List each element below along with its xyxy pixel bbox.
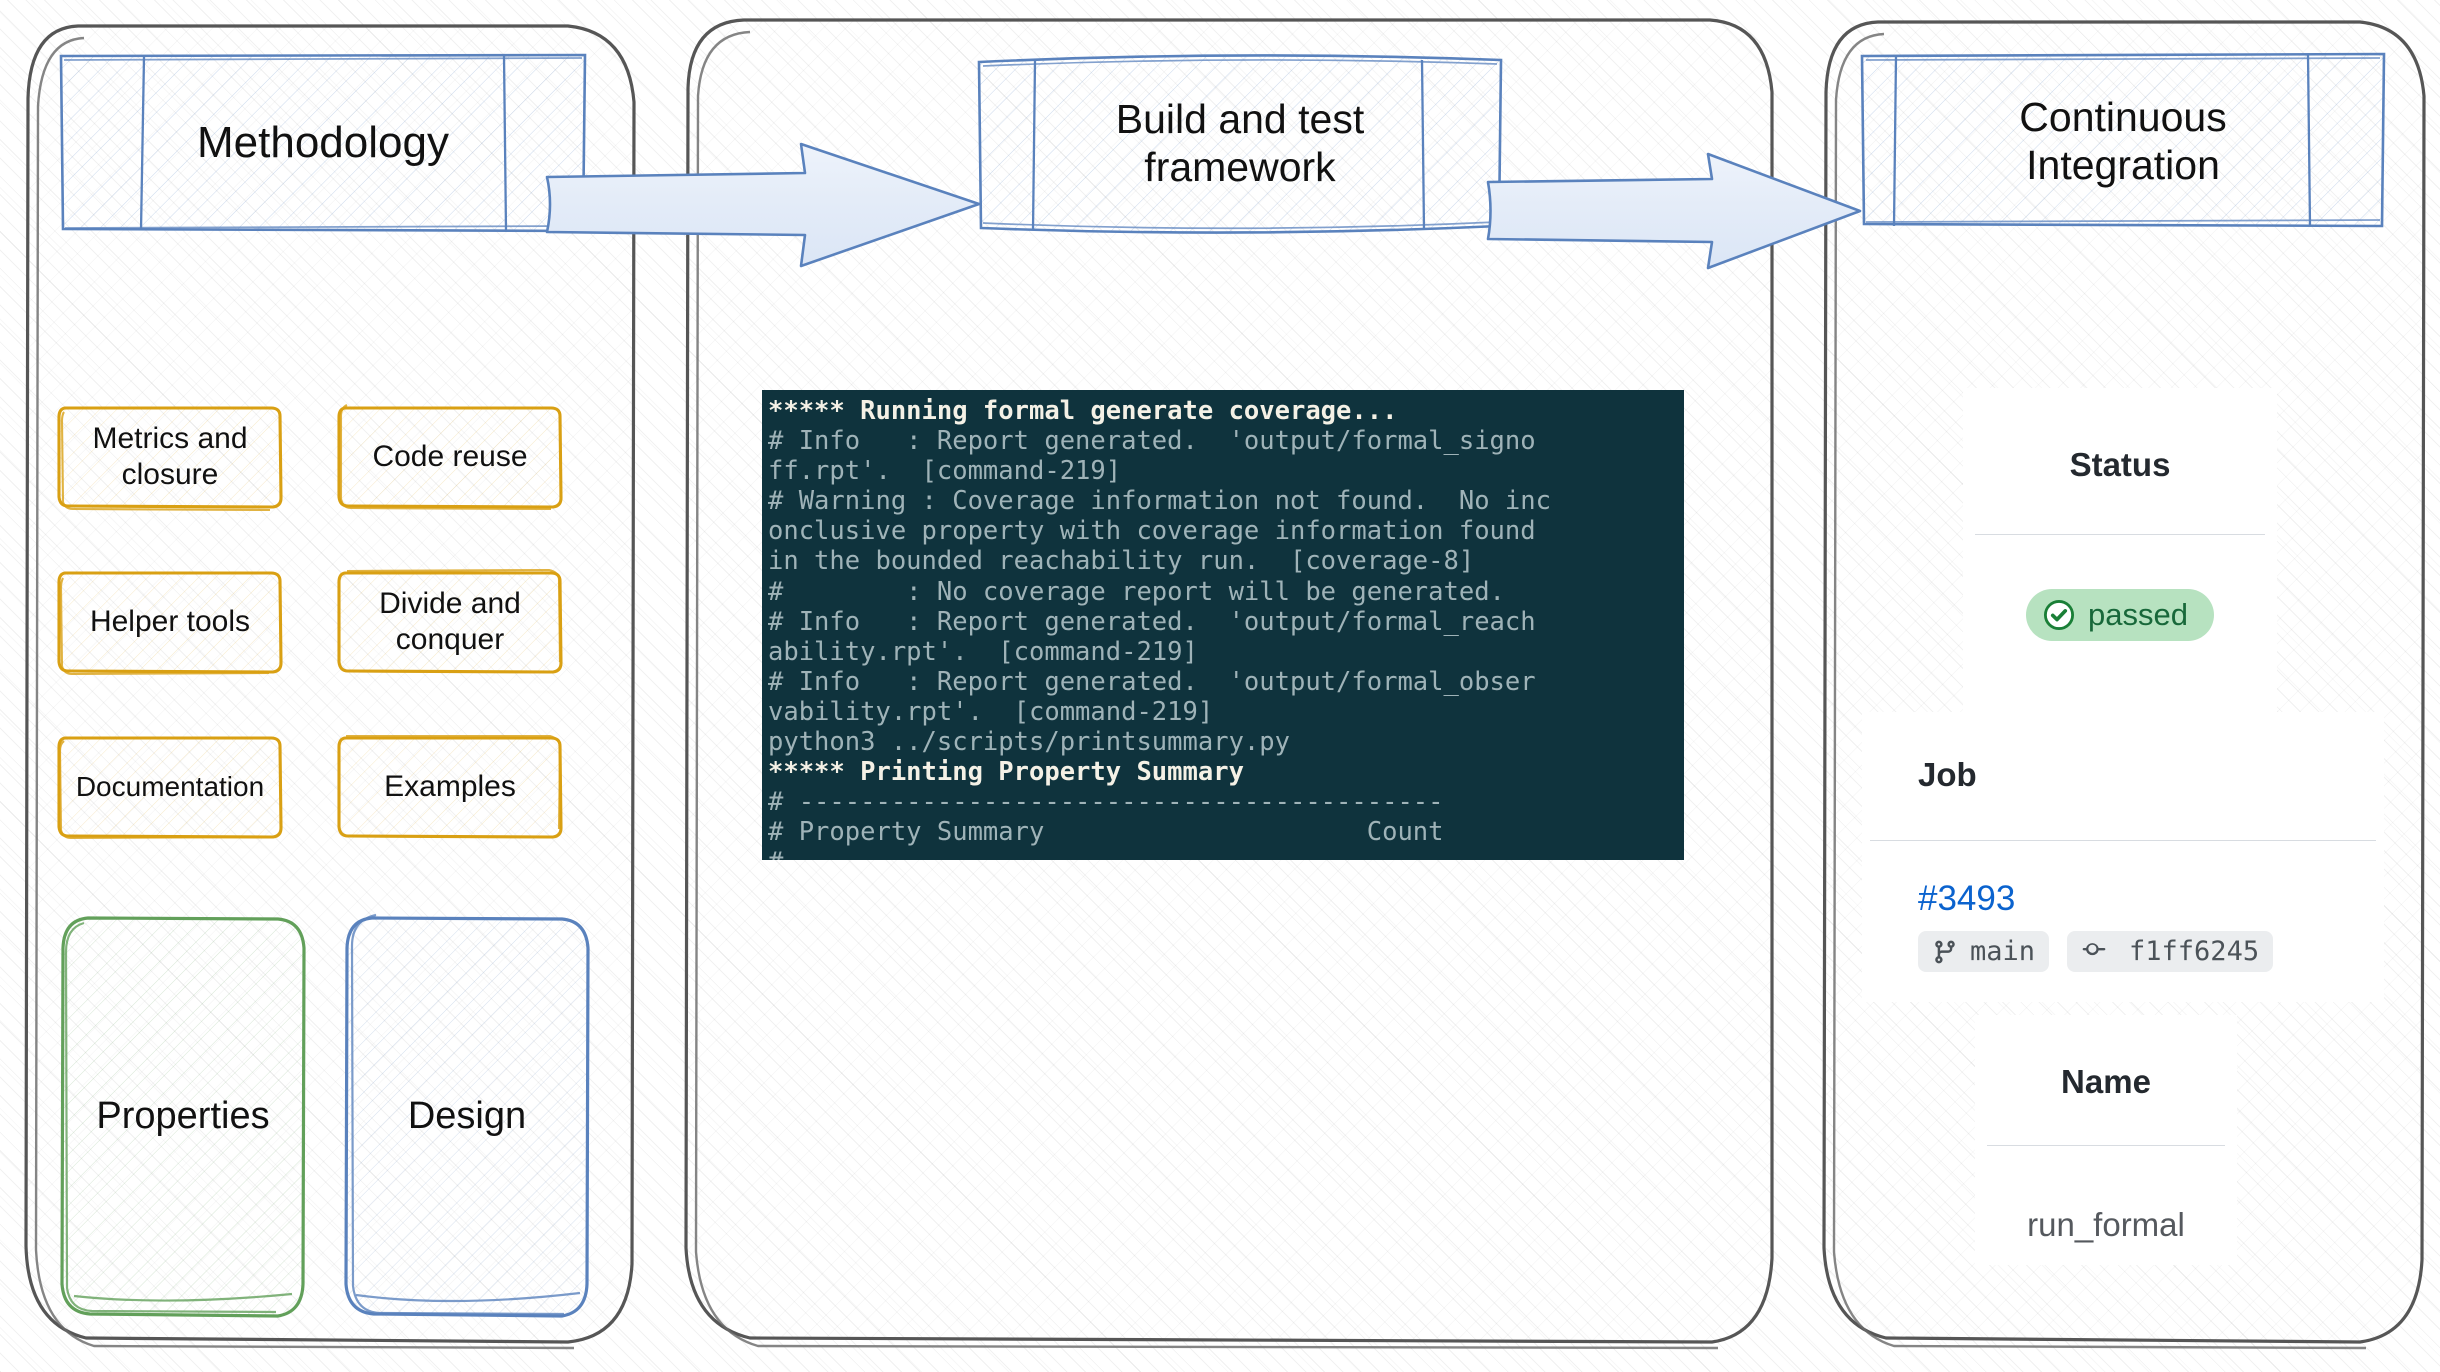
header-label-methodology: Methodology bbox=[197, 118, 449, 168]
header-line-1: Build and test bbox=[1115, 95, 1365, 142]
terminal-line: python3 ../scripts/printsummary.py bbox=[768, 727, 1290, 758]
card-divider bbox=[1987, 1145, 2225, 1146]
terminal-output: ***** Running formal generate coverage..… bbox=[762, 390, 1684, 860]
topic-label: Documentation bbox=[75, 771, 265, 803]
arrow-build-to-ci bbox=[1484, 150, 1864, 272]
header-label-continuous-integration: Continuous Integration bbox=[1858, 48, 2388, 234]
card-status: Status passed bbox=[1963, 388, 2277, 718]
terminal-line: # Warning : Coverage information not fou… bbox=[768, 486, 1551, 517]
terminal-line: in the bounded reachability run. [covera… bbox=[768, 546, 1475, 577]
git-branch-icon bbox=[1932, 939, 1958, 965]
job-number-link[interactable]: #3493 bbox=[1918, 879, 2015, 918]
git-commit-icon bbox=[2081, 939, 2107, 965]
topic-box-examples[interactable]: Examples bbox=[335, 733, 565, 841]
header-box-build-and-test: Build and test framework bbox=[975, 50, 1505, 236]
branch-chip[interactable]: main bbox=[1918, 931, 2050, 972]
branch-name: main bbox=[1970, 936, 2036, 967]
big-box-label: Design bbox=[407, 1095, 527, 1138]
terminal-line: # : No coverage report will be generated… bbox=[768, 576, 1505, 607]
terminal-summary-header: # Property Summary Count bbox=[768, 817, 1444, 848]
card-heading-job: Job bbox=[1918, 756, 1977, 793]
topic-label: Metrics and closure bbox=[92, 422, 248, 491]
header-line-2: framework bbox=[1144, 144, 1336, 190]
card-heading-status: Status bbox=[2069, 446, 2171, 483]
big-box-properties[interactable]: Properties bbox=[56, 912, 310, 1322]
terminal-line: ability.rpt'. [command-219] bbox=[768, 636, 1198, 667]
topic-box-code-reuse[interactable]: Code reuse bbox=[335, 403, 565, 511]
card-job: Job #3493 main f1ff6245 bbox=[1862, 712, 2384, 1002]
terminal-line: onclusive property with coverage informa… bbox=[768, 516, 1536, 547]
terminal-divider: # --------------------------------------… bbox=[768, 847, 1684, 860]
card-heading-name: Name bbox=[2061, 1063, 2151, 1100]
topic-box-helper-tools[interactable]: Helper tools bbox=[55, 568, 285, 676]
name-value: run_formal bbox=[2027, 1206, 2185, 1243]
topic-box-documentation[interactable]: Documentation bbox=[55, 733, 285, 841]
terminal-divider: # --------------------------------------… bbox=[768, 787, 1444, 818]
topic-label: Examples bbox=[384, 770, 516, 803]
topic-label: Divide and conquer bbox=[379, 587, 521, 656]
terminal-line: ff.rpt'. [command-219] bbox=[768, 456, 1122, 487]
terminal-line: # Info : Report generated. 'output/forma… bbox=[768, 606, 1536, 637]
header-line-1: Continuous bbox=[2019, 93, 2227, 140]
terminal-line: ***** Running formal generate coverage..… bbox=[768, 396, 1398, 426]
arrow-methodology-to-build bbox=[543, 140, 983, 270]
big-box-label: Properties bbox=[96, 1095, 270, 1138]
topic-label: Helper tools bbox=[89, 605, 251, 638]
terminal-line: vability.rpt'. [command-219] bbox=[768, 696, 1214, 727]
header-box-continuous-integration: Continuous Integration bbox=[1858, 48, 2388, 234]
check-circle-icon bbox=[2042, 598, 2076, 632]
topic-box-divide-and-conquer[interactable]: Divide and conquer bbox=[335, 568, 565, 676]
topic-box-metrics-and-closure[interactable]: Metrics and closure bbox=[55, 403, 285, 512]
topic-label: Code reuse bbox=[372, 440, 528, 473]
big-box-design[interactable]: Design bbox=[340, 912, 594, 1322]
status-badge: passed bbox=[2026, 589, 2214, 641]
status-badge-label: passed bbox=[2088, 597, 2188, 632]
commit-hash: f1ff6245 bbox=[2129, 936, 2260, 967]
terminal-line: ***** Printing Property Summary bbox=[768, 757, 1244, 788]
header-line-2: Integration bbox=[2026, 142, 2220, 188]
header-label-build-and-test: Build and test framework bbox=[975, 50, 1505, 236]
card-name: Name run_formal bbox=[1975, 1015, 2237, 1265]
commit-chip[interactable]: f1ff6245 bbox=[2067, 931, 2274, 972]
header-box-methodology: Methodology bbox=[58, 52, 588, 234]
terminal-line: # Info : Report generated. 'output/forma… bbox=[768, 666, 1536, 697]
card-divider bbox=[1975, 534, 2265, 535]
terminal-line: # Info : Report generated. 'output/forma… bbox=[768, 426, 1536, 457]
